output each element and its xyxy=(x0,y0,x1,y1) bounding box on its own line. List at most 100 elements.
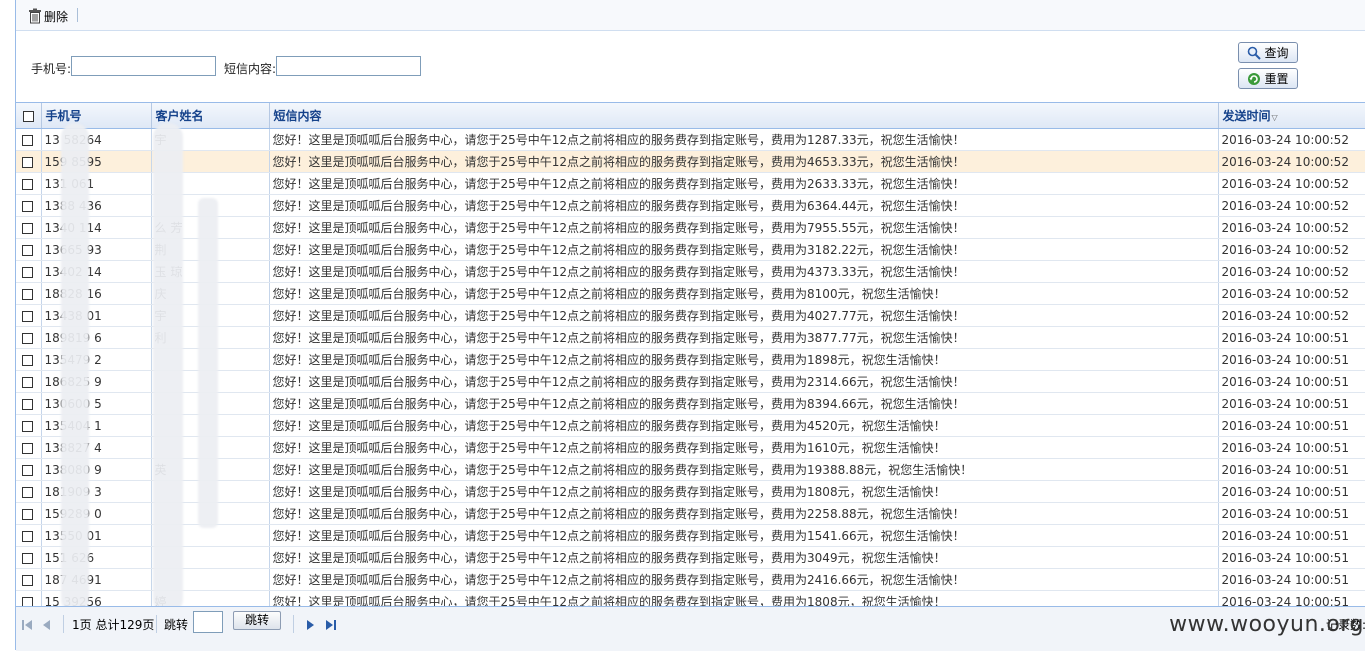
cell-time: 2016-03-24 10:00:52 xyxy=(1218,128,1365,151)
sms-table: 手机号 客户姓名 短信内容 发送时间▽ 13 58264 宇您好！这里是顶呱呱后… xyxy=(16,103,1365,607)
table-row[interactable]: 186825 9 您好！这里是顶呱呱后台服务中心，请您于25号中午12点之前将相应… xyxy=(16,370,1365,393)
cell-time: 2016-03-24 10:00:51 xyxy=(1218,392,1365,415)
header-send-time-label: 发送时间 xyxy=(1222,109,1271,123)
sms-grid: 手机号 客户姓名 短信内容 发送时间▽ 13 58264 宇您好！这里是顶呱呱后… xyxy=(16,102,1365,607)
row-checkbox[interactable] xyxy=(22,508,33,520)
table-row[interactable]: 138080 9 英您好！这里是顶呱呱后台服务中心，请您于25号中午12点之前将… xyxy=(16,458,1365,481)
table-row[interactable]: 187 4691 您好！这里是顶呱呱后台服务中心，请您于25号中午12点之前将相应… xyxy=(16,568,1365,591)
cell-phone: 13402 14 xyxy=(41,260,152,283)
first-page-icon[interactable] xyxy=(20,618,34,632)
table-row[interactable]: 135479 2 您好！这里是顶呱呱后台服务中心，请您于25号中午12点之前将相应… xyxy=(16,348,1365,371)
row-checkbox[interactable] xyxy=(22,530,33,542)
table-row[interactable]: 151 626 您好！这里是顶呱呱后台服务中心，请您于25号中午12点之前将相应的… xyxy=(16,546,1365,569)
cell-content: 您好！这里是顶呱呱后台服务中心，请您于25号中午12点之前将相应的服务费存到指定… xyxy=(269,568,1219,591)
table-row[interactable]: 189819 6 利您好！这里是顶呱呱后台服务中心，请您于25号中午12点之前将… xyxy=(16,326,1365,349)
row-checkbox[interactable] xyxy=(22,244,33,256)
table-row[interactable]: 18828 16 庆您好！这里是顶呱呱后台服务中心，请您于25号中午12点之前将… xyxy=(16,282,1365,305)
cell-content: 您好！这里是顶呱呱后台服务中心，请您于25号中午12点之前将相应的服务费存到指定… xyxy=(269,216,1219,239)
cell-content: 您好！这里是顶呱呱后台服务中心，请您于25号中午12点之前将相应的服务费存到指定… xyxy=(269,260,1219,283)
select-all-header xyxy=(16,103,42,129)
row-checkbox[interactable] xyxy=(22,134,33,146)
phone-input[interactable] xyxy=(71,56,216,76)
cell-time: 2016-03-24 10:00:52 xyxy=(1218,304,1365,327)
cell-phone: 15 39256 xyxy=(41,590,152,607)
header-sms-content[interactable]: 短信内容 xyxy=(269,103,1219,129)
table-row[interactable]: 131 061 您好！这里是顶呱呱后台服务中心，请您于25号中午12点之前将相应的… xyxy=(16,172,1365,195)
select-all-checkbox[interactable] xyxy=(23,110,34,122)
table-row[interactable]: 1340 114 么 芳您好！这里是顶呱呱后台服务中心，请您于25号中午12点之… xyxy=(16,216,1365,239)
row-checkbox[interactable] xyxy=(22,310,33,322)
cell-phone: 13438 01 xyxy=(41,304,152,327)
cell-phone: 1388 436 xyxy=(41,194,152,217)
cell-time: 2016-03-24 10:00:51 xyxy=(1218,436,1365,459)
cell-content: 您好！这里是顶呱呱后台服务中心，请您于25号中午12点之前将相应的服务费存到指定… xyxy=(269,502,1219,525)
sort-desc-icon: ▽ xyxy=(1271,113,1278,122)
table-row[interactable]: 13402 14 玉 琼您好！这里是顶呱呱后台服务中心，请您于25号中午12点之… xyxy=(16,260,1365,283)
row-checkbox[interactable] xyxy=(22,156,33,168)
row-checkbox[interactable] xyxy=(22,222,33,234)
header-phone[interactable]: 手机号 xyxy=(41,103,152,129)
row-checkbox[interactable] xyxy=(22,442,33,454)
table-row[interactable]: 13 58264 宇您好！这里是顶呱呱后台服务中心，请您于25号中午12点之前将… xyxy=(16,128,1365,151)
table-row[interactable]: 159289 0 您好！这里是顶呱呱后台服务中心，请您于25号中午12点之前将相应… xyxy=(16,502,1365,525)
sms-content-label: 短信内容: xyxy=(224,62,277,76)
table-row[interactable]: 135404 1 您好！这里是顶呱呱后台服务中心，请您于25号中午12点之前将相应… xyxy=(16,414,1365,437)
jump-button[interactable]: 跳转 xyxy=(233,611,281,630)
row-checkbox[interactable] xyxy=(22,486,33,498)
table-row[interactable]: 13438 01 宇您好！这里是顶呱呱后台服务中心，请您于25号中午12点之前将… xyxy=(16,304,1365,327)
cell-content: 您好！这里是顶呱呱后台服务中心，请您于25号中午12点之前将相应的服务费存到指定… xyxy=(269,524,1219,547)
cell-phone: 138080 9 xyxy=(41,458,152,481)
cell-phone: 181909 3 xyxy=(41,480,152,503)
query-button[interactable]: 查询 xyxy=(1238,42,1298,63)
row-checkbox[interactable] xyxy=(22,552,33,564)
prev-page-icon[interactable] xyxy=(40,618,54,632)
reset-button[interactable]: 重置 xyxy=(1238,68,1298,89)
table-row[interactable]: 181909 3 您好！这里是顶呱呱后台服务中心，请您于25号中午12点之前将相应… xyxy=(16,480,1365,503)
table-row[interactable]: 15 39256 婷您好！这里是顶呱呱后台服务中心，请您于25号中午12点之前将… xyxy=(16,590,1365,607)
refresh-icon xyxy=(1248,72,1261,85)
cell-phone: 1340 114 xyxy=(41,216,152,239)
cell-time: 2016-03-24 10:00:52 xyxy=(1218,216,1365,239)
cell-phone: 18828 16 xyxy=(41,282,152,305)
toolbar-separator xyxy=(77,8,78,22)
table-row[interactable]: 13665 93 荆您好！这里是顶呱呱后台服务中心，请您于25号中午12点之前将… xyxy=(16,238,1365,261)
trash-icon xyxy=(29,8,41,24)
cell-time: 2016-03-24 10:00:52 xyxy=(1218,238,1365,261)
cell-time: 2016-03-24 10:00:52 xyxy=(1218,260,1365,283)
row-checkbox[interactable] xyxy=(22,200,33,212)
table-row[interactable]: 13550 01 您好！这里是顶呱呱后台服务中心，请您于25号中午12点之前将相应… xyxy=(16,524,1365,547)
table-row[interactable]: 159 8595 您好！这里是顶呱呱后台服务中心，请您于25号中午12点之前将相应… xyxy=(16,150,1365,173)
cell-phone: 186825 9 xyxy=(41,370,152,393)
cell-time: 2016-03-24 10:00:51 xyxy=(1218,568,1365,591)
last-page-icon[interactable] xyxy=(324,618,338,632)
cell-content: 您好！这里是顶呱呱后台服务中心，请您于25号中午12点之前将相应的服务费存到指定… xyxy=(269,590,1219,607)
row-checkbox[interactable] xyxy=(22,332,33,344)
main-panel: 删除 手机号: 短信内容: 查询 重置 手机号 客户姓名 短信内容 发送时间▽ … xyxy=(15,0,1365,651)
row-checkbox[interactable] xyxy=(22,420,33,432)
header-send-time[interactable]: 发送时间▽ xyxy=(1218,103,1365,129)
row-checkbox[interactable] xyxy=(22,398,33,410)
table-row[interactable]: 130600 5 您好！这里是顶呱呱后台服务中心，请您于25号中午12点之前将相应… xyxy=(16,392,1365,415)
next-page-icon[interactable] xyxy=(303,618,317,632)
cell-phone: 135404 1 xyxy=(41,414,152,437)
row-checkbox[interactable] xyxy=(22,464,33,476)
cell-time: 2016-03-24 10:00:51 xyxy=(1218,590,1365,607)
cell-phone: 159 8595 xyxy=(41,150,152,173)
row-checkbox[interactable] xyxy=(22,178,33,190)
cell-content: 您好！这里是顶呱呱后台服务中心，请您于25号中午12点之前将相应的服务费存到指定… xyxy=(269,326,1219,349)
row-checkbox[interactable] xyxy=(22,266,33,278)
cell-time: 2016-03-24 10:00:51 xyxy=(1218,370,1365,393)
row-checkbox[interactable] xyxy=(22,288,33,300)
cell-time: 2016-03-24 10:00:51 xyxy=(1218,348,1365,371)
table-body: 13 58264 宇您好！这里是顶呱呱后台服务中心，请您于25号中午12点之前将… xyxy=(16,128,1365,607)
cell-time: 2016-03-24 10:00:51 xyxy=(1218,546,1365,569)
row-checkbox[interactable] xyxy=(22,354,33,366)
table-row[interactable]: 138827 4 您好！这里是顶呱呱后台服务中心，请您于25号中午12点之前将相应… xyxy=(16,436,1365,459)
sms-content-input[interactable] xyxy=(276,56,421,76)
row-checkbox[interactable] xyxy=(22,574,33,586)
row-checkbox[interactable] xyxy=(22,376,33,388)
delete-button[interactable]: 删除 xyxy=(28,7,68,25)
jump-page-input[interactable] xyxy=(193,611,223,633)
table-row[interactable]: 1388 436 您好！这里是顶呱呱后台服务中心，请您于25号中午12点之前将相应… xyxy=(16,194,1365,217)
jump-label: 跳转 xyxy=(164,618,189,632)
